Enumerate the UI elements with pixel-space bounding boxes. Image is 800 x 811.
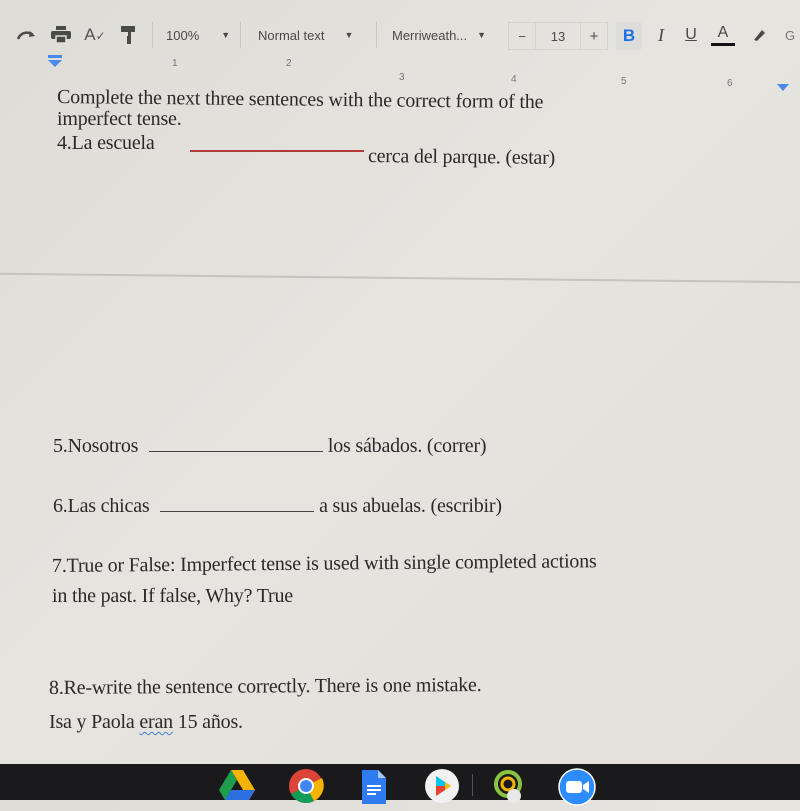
question-6-answer-blank[interactable] [160, 511, 315, 512]
play-store-icon [425, 769, 459, 803]
taskbar-app-zoom[interactable] [558, 768, 596, 806]
question-6-suffix: a sus abuelas. (escribir) [319, 495, 502, 517]
clock-app-icon [494, 770, 522, 803]
grammar-flagged-word[interactable]: eran [139, 711, 173, 733]
question-5-answer-blank[interactable] [149, 451, 324, 452]
chrome-icon [289, 769, 324, 803]
question-8-text-post: 15 años. [172, 711, 243, 733]
google-drive-icon [219, 770, 255, 800]
question-4-suffix: cerca del parque. (estar) [367, 145, 556, 169]
document-page-1: Complete the next three sentences with t… [0, 0, 800, 278]
question-8-line-1: 8.Re-write the sentence correctly. There… [48, 673, 482, 699]
zoom-icon [558, 768, 596, 806]
question-7-line-2: in the past. If false, Why? True [52, 585, 293, 607]
question-8-line-2: Isa y Paola eran 15 años. [49, 711, 243, 734]
taskbar-app-docs[interactable] [360, 768, 394, 804]
question-4-prompt: 4.La escuela [57, 132, 155, 154]
question-5: 5.Nosotros los sábados. (correr) [53, 435, 487, 458]
taskbar-app-drive[interactable] [218, 768, 255, 802]
taskbar [0, 764, 800, 806]
question-5-suffix: los sábados. (correr) [327, 435, 487, 457]
question-6: 6.Las chicas a sus abuelas. (escribir) [53, 495, 502, 518]
question-5-prompt: 5.Nosotros [53, 435, 139, 457]
taskbar-app-clock[interactable] [490, 768, 524, 803]
question-4-answer-blank[interactable] [190, 150, 364, 152]
question-8-text-pre: Isa y Paola [49, 711, 140, 733]
question-7-line-1: 7.True or False: Imperfect tense is used… [51, 550, 597, 577]
taskbar-app-chrome[interactable] [288, 768, 324, 803]
taskbar-divider [472, 774, 473, 796]
taskbar-app-play-store[interactable] [424, 768, 459, 803]
question-4: 4.La escuela [57, 132, 155, 155]
google-docs-icon [362, 770, 386, 804]
instructions-line-2: imperfect tense. [57, 108, 182, 130]
question-6-prompt: 6.Las chicas [53, 495, 150, 517]
